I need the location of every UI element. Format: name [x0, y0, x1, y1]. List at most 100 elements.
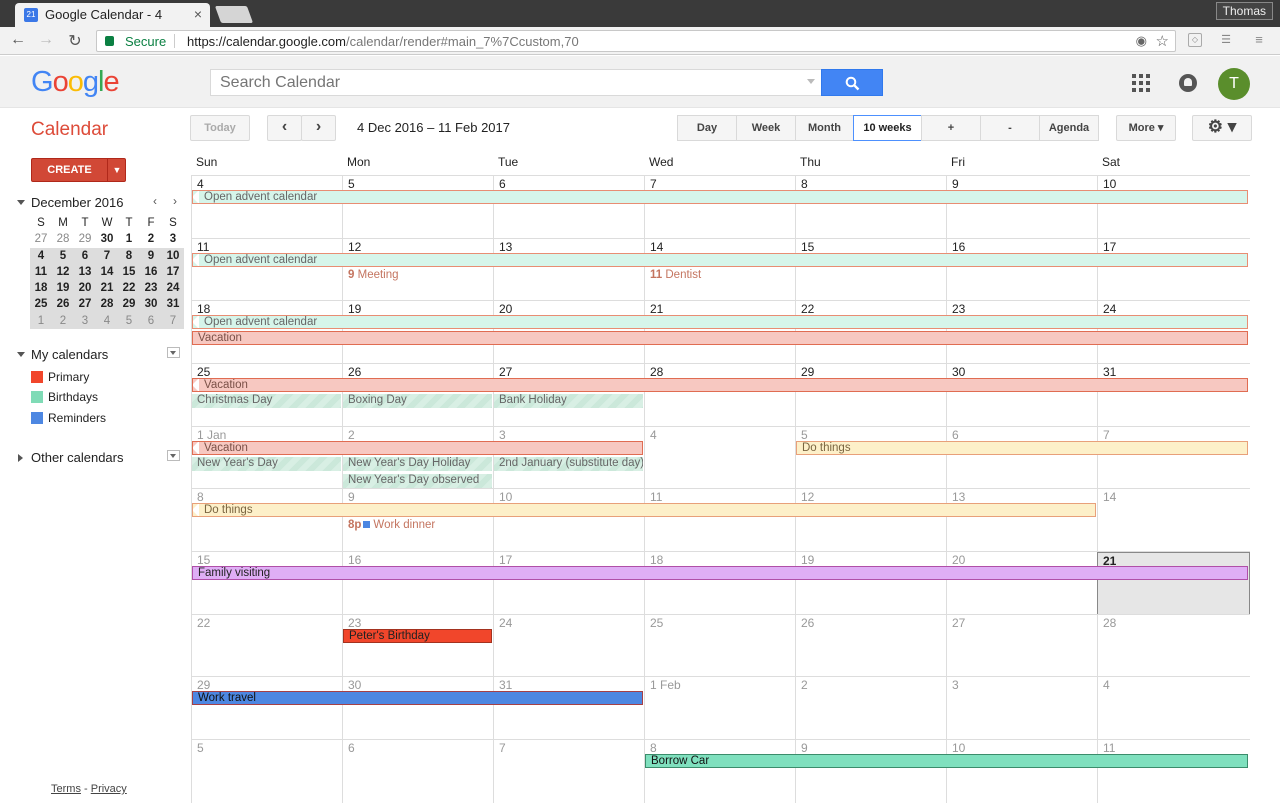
day-cell[interactable]: 3: [946, 677, 1097, 740]
forward-arrow-icon[interactable]: →: [36, 31, 56, 49]
day-number[interactable]: 3: [499, 428, 506, 442]
day-number[interactable]: 6: [952, 428, 959, 442]
event-vacation[interactable]: Vacation: [192, 441, 643, 455]
day-number[interactable]: 5: [801, 428, 808, 442]
day-number[interactable]: 28: [650, 365, 663, 379]
mini-day[interactable]: 23: [140, 280, 162, 296]
day-cell[interactable]: 4: [644, 427, 795, 490]
mini-day[interactable]: 11: [30, 264, 52, 280]
search-options-caret-icon[interactable]: [807, 79, 815, 84]
event-open-advent-calendar[interactable]: Open advent calendar: [192, 315, 1248, 329]
mini-day[interactable]: 6: [140, 313, 162, 329]
day-cell[interactable]: 11: [644, 489, 795, 552]
event-vacation[interactable]: Vacation: [192, 331, 1248, 346]
day-cell[interactable]: 15: [191, 552, 342, 615]
day-number[interactable]: 17: [499, 553, 512, 567]
zoom-in-button[interactable]: +: [921, 115, 981, 141]
day-cell[interactable]: 19: [795, 552, 946, 615]
mini-day[interactable]: 30: [96, 231, 118, 247]
event-borrow-car[interactable]: Borrow Car: [645, 754, 1248, 768]
day-number[interactable]: 24: [499, 616, 512, 630]
terms-link[interactable]: Terms: [51, 783, 81, 795]
mini-day[interactable]: 21: [96, 280, 118, 296]
search-button[interactable]: [821, 69, 883, 96]
day-number[interactable]: 2: [801, 678, 808, 692]
day-cell[interactable]: 7: [493, 740, 644, 803]
new-tab-button[interactable]: [214, 6, 254, 23]
day-cell[interactable]: 5: [191, 740, 342, 803]
day-cell[interactable]: 6: [342, 740, 493, 803]
event-work-travel[interactable]: Work travel: [192, 691, 643, 705]
day-number[interactable]: 9: [801, 741, 808, 755]
day-cell[interactable]: 16: [946, 239, 1097, 302]
day-number[interactable]: 25: [650, 616, 663, 630]
day-number[interactable]: 11: [197, 240, 209, 254]
day-cell[interactable]: 14: [1097, 489, 1250, 552]
more-menu-button[interactable]: More ▾: [1116, 115, 1176, 141]
event-meeting[interactable]: 9 Meeting: [348, 269, 399, 281]
other-calendars-header[interactable]: Other calendars: [13, 450, 124, 465]
prev-period-button[interactable]: ‹: [267, 115, 302, 141]
mini-day[interactable]: 16: [140, 264, 162, 280]
day-number[interactable]: 23: [348, 616, 361, 630]
day-number[interactable]: 6: [348, 741, 355, 755]
mini-day[interactable]: 9: [140, 248, 162, 264]
mini-prev-month-icon[interactable]: ‹: [153, 194, 157, 208]
mini-day[interactable]: 3: [162, 231, 184, 247]
day-number[interactable]: 15: [197, 553, 210, 567]
day-number[interactable]: 1 Feb: [650, 678, 681, 692]
mini-day[interactable]: 3: [74, 313, 96, 329]
day-cell[interactable]: 29: [795, 364, 946, 427]
bookmark-star-icon[interactable]: ☆: [1156, 32, 1169, 50]
create-dropdown-icon[interactable]: ▼: [107, 159, 126, 181]
day-cell[interactable]: 1 Feb: [644, 677, 795, 740]
day-cell[interactable]: 26: [795, 615, 946, 678]
day-cell[interactable]: 18: [644, 552, 795, 615]
mini-day[interactable]: 5: [52, 248, 74, 264]
day-number[interactable]: 22: [801, 302, 814, 316]
event-vacation[interactable]: Vacation: [192, 378, 1248, 392]
day-number[interactable]: 9: [348, 490, 355, 504]
mini-day[interactable]: 20: [74, 280, 96, 296]
event-do-things[interactable]: Do things: [796, 441, 1248, 455]
day-cell[interactable]: 22: [191, 615, 342, 678]
browser-menu-icon[interactable]: ≡: [1252, 33, 1266, 47]
day-number[interactable]: 2: [348, 428, 355, 442]
day-cell[interactable]: 15: [795, 239, 946, 302]
day-cell[interactable]: 12: [795, 489, 946, 552]
mini-day[interactable]: 2: [140, 231, 162, 247]
event-christmas-day[interactable]: Christmas Day: [192, 394, 341, 409]
day-number[interactable]: 12: [348, 240, 361, 254]
next-period-button[interactable]: ›: [301, 115, 336, 141]
event-2nd-january[interactable]: 2nd January (substitute day): [494, 457, 643, 472]
day-cell[interactable]: 11: [191, 239, 342, 302]
day-number[interactable]: 10: [1103, 177, 1116, 191]
day-number[interactable]: 29: [197, 678, 210, 692]
day-number[interactable]: 7: [650, 177, 657, 191]
day-number[interactable]: 11: [1103, 741, 1115, 755]
day-number[interactable]: 29: [801, 365, 814, 379]
day-number[interactable]: 30: [348, 678, 361, 692]
event-bank-holiday[interactable]: Bank Holiday: [494, 394, 643, 409]
zoom-out-button[interactable]: -: [980, 115, 1040, 141]
view-week-button[interactable]: Week: [736, 115, 796, 141]
day-number[interactable]: 4: [1103, 678, 1110, 692]
day-number[interactable]: 19: [801, 553, 814, 567]
day-number[interactable]: 4: [197, 177, 204, 191]
mini-day[interactable]: 8: [118, 248, 140, 264]
mini-day[interactable]: 27: [30, 231, 52, 247]
search-input[interactable]: [211, 70, 791, 95]
day-cell[interactable]: 6: [946, 427, 1097, 490]
event-open-advent-calendar[interactable]: Open advent calendar: [192, 253, 1248, 267]
day-number[interactable]: 31: [499, 678, 512, 692]
settings-gear-icon[interactable]: ⚙ ▾: [1192, 115, 1252, 141]
day-number[interactable]: 24: [1103, 302, 1116, 316]
day-number[interactable]: 20: [499, 302, 512, 316]
collapse-triangle-icon[interactable]: [17, 200, 25, 205]
day-number[interactable]: 27: [952, 616, 965, 630]
mini-day[interactable]: 14: [96, 264, 118, 280]
day-number[interactable]: 8: [650, 741, 657, 755]
mini-day[interactable]: 7: [96, 248, 118, 264]
calendar-item-primary[interactable]: Primary: [31, 370, 89, 384]
day-cell[interactable]: 31: [493, 677, 644, 740]
